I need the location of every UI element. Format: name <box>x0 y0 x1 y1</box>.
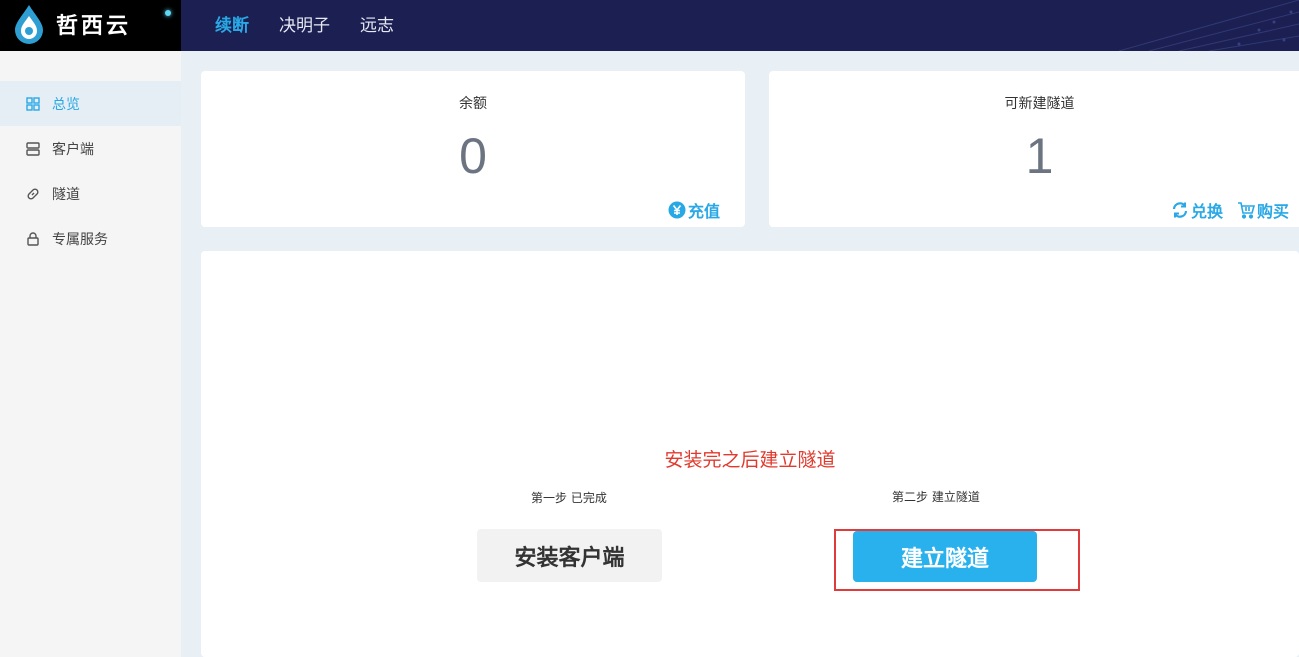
tunnel-quota-value: 1 <box>1025 128 1054 184</box>
tunnel-quota-card: 可新建隧道 1 兑换 购买 <box>769 71 1299 227</box>
link-icon <box>27 187 39 200</box>
sidebar-item-label: 专属服务 <box>52 231 108 248</box>
logo-icon <box>15 5 43 44</box>
create-tunnel-button[interactable]: 建立隧道 <box>853 531 1037 582</box>
step2-label: 第二步 建立隧道 <box>892 490 980 504</box>
balance-card: 余额 0 充值 <box>201 71 745 227</box>
buy-label: 购买 <box>1257 202 1290 221</box>
sidebar-item-tunnel[interactable]: 隧道 <box>0 171 181 216</box>
guide-headline: 安装完之后建立隧道 <box>664 449 836 471</box>
recharge-label: 充值 <box>688 202 721 221</box>
nav-item-xuduan[interactable]: 续断 <box>215 5 249 47</box>
top-bar: 哲西云 续断 决明子 远志 <box>0 0 1299 51</box>
lock-icon <box>27 231 39 246</box>
server-icon <box>26 141 40 156</box>
top-nav: 续断 决明子 远志 <box>215 0 424 51</box>
main-panel: 安装完之后建立隧道 第一步 已完成 第二步 建立隧道 安装客户端 建立隧道 <box>201 251 1299 657</box>
tunnel-quota-title: 可新建隧道 <box>1004 96 1075 112</box>
sidebar-item-client[interactable]: 客户端 <box>0 126 181 171</box>
topbar-decoration <box>1118 0 1299 51</box>
brand-dot <box>165 10 171 16</box>
sidebar-item-label: 总览 <box>52 96 80 113</box>
yen-icon <box>668 201 686 219</box>
grid-icon <box>26 96 40 111</box>
nav-item-juemingzi[interactable]: 决明子 <box>279 5 330 47</box>
sidebar-item-label: 客户端 <box>52 141 94 158</box>
balance-value: 0 <box>459 128 487 184</box>
sidebar-item-label: 隧道 <box>52 186 80 203</box>
install-client-button[interactable]: 安装客户端 <box>477 529 662 582</box>
brand-name: 哲西云 <box>56 13 132 39</box>
recharge-button[interactable]: 充值 <box>668 198 720 222</box>
sidebar-item-dedicated[interactable]: 专属服务 <box>0 216 181 261</box>
sidebar: 总览 客户端 隧道 专属服务 <box>0 51 181 657</box>
brand[interactable]: 哲西云 <box>0 0 181 51</box>
cart-icon <box>1238 202 1255 219</box>
step1-label: 第一步 已完成 <box>531 491 607 505</box>
balance-title: 余额 <box>459 96 487 112</box>
exchange-button[interactable]: 兑换 <box>1171 198 1223 222</box>
buy-button[interactable]: 购买 <box>1237 198 1289 222</box>
exchange-label: 兑换 <box>1191 202 1224 221</box>
nav-item-yuanzhi[interactable]: 远志 <box>360 5 394 47</box>
sidebar-item-overview[interactable]: 总览 <box>0 81 181 126</box>
refresh-icon <box>1172 202 1188 218</box>
